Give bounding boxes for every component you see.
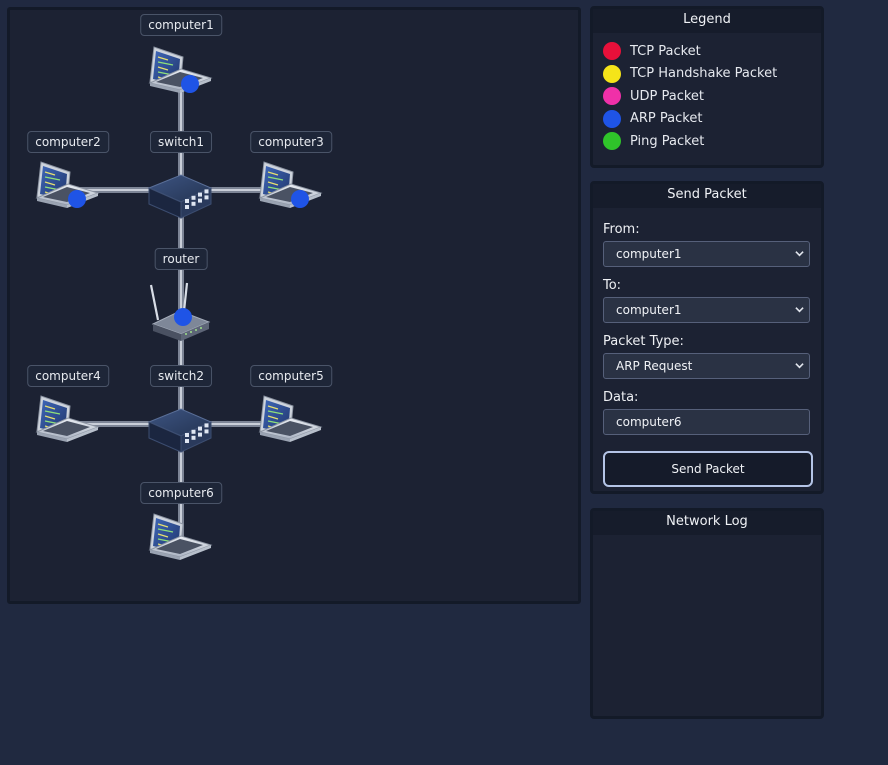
network-canvas[interactable]: computer1 switch1 computer2 computer3 router… (7, 7, 581, 604)
node-label-computer2: computer2 (27, 131, 109, 153)
legend-list: TCP Packet TCP Handshake Packet UDP Packet… (593, 33, 821, 153)
data-label: Data: (603, 390, 639, 405)
node-label-router: router (154, 248, 208, 270)
legend-item-label: ARP Packet (630, 111, 703, 127)
packet-type-value: ARP Request (616, 359, 693, 373)
legend-item: Ping Packet (593, 130, 821, 153)
node-label-switch1: switch1 (150, 131, 212, 153)
laptop-icon[interactable] (148, 46, 213, 93)
send-packet-button[interactable]: Send Packet (603, 451, 813, 487)
chevron-down-icon (795, 251, 804, 257)
laptop-icon[interactable] (258, 161, 323, 208)
to-label: To: (603, 278, 622, 293)
laptop-icon[interactable] (35, 395, 100, 442)
packet-type-select[interactable]: ARP Request (603, 353, 810, 379)
legend-item: UDP Packet (593, 85, 821, 108)
from-label: From: (603, 222, 640, 237)
legend-color-dot (603, 42, 621, 61)
send-packet-panel: Send Packet From: computer1 To: computer… (590, 181, 824, 494)
legend-color-dot (603, 132, 621, 151)
network-switch-icon[interactable] (147, 408, 213, 453)
network-log-panel: Network Log (590, 508, 824, 719)
node-label-computer4: computer4 (27, 365, 109, 387)
node-label-computer5: computer5 (250, 365, 332, 387)
send-packet-title: Send Packet (593, 184, 821, 208)
topology-diagram (35, 46, 323, 560)
arp-packet-dot (174, 308, 192, 326)
legend-color-dot (603, 64, 621, 83)
laptop-icon[interactable] (35, 161, 100, 208)
node-label-switch2: switch2 (150, 365, 212, 387)
laptop-icon[interactable] (258, 395, 323, 442)
legend-item-label: Ping Packet (630, 133, 705, 149)
network-log-title: Network Log (593, 511, 821, 535)
node-label-computer6: computer6 (140, 482, 222, 504)
legend-panel: Legend TCP Packet TCP Handshake Packet UDP… (590, 6, 824, 168)
legend-item: TCP Handshake Packet (593, 63, 821, 86)
chevron-down-icon (795, 363, 804, 369)
to-select[interactable]: computer1 (603, 297, 810, 323)
legend-item-label: UDP Packet (630, 88, 705, 104)
arp-packet-dot (68, 190, 86, 208)
arp-packet-dot (291, 190, 309, 208)
legend-item-label: TCP Packet (630, 43, 701, 59)
from-select-value: computer1 (616, 247, 682, 261)
network-switch-icon[interactable] (147, 174, 213, 219)
legend-title: Legend (593, 9, 821, 33)
network-log-area[interactable] (593, 535, 821, 715)
legend-color-dot (603, 109, 621, 128)
arp-packet-dot (181, 75, 199, 93)
from-select[interactable]: computer1 (603, 241, 810, 267)
to-select-value: computer1 (616, 303, 682, 317)
node-label-computer1: computer1 (140, 14, 222, 36)
legend-item: ARP Packet (593, 108, 821, 131)
legend-item: TCP Packet (593, 40, 821, 63)
data-input[interactable]: computer6 (603, 409, 810, 435)
legend-color-dot (603, 87, 621, 106)
packet-type-label: Packet Type: (603, 334, 684, 349)
chevron-down-icon (795, 307, 804, 313)
legend-item-label: TCP Handshake Packet (630, 66, 778, 82)
node-label-computer3: computer3 (250, 131, 332, 153)
